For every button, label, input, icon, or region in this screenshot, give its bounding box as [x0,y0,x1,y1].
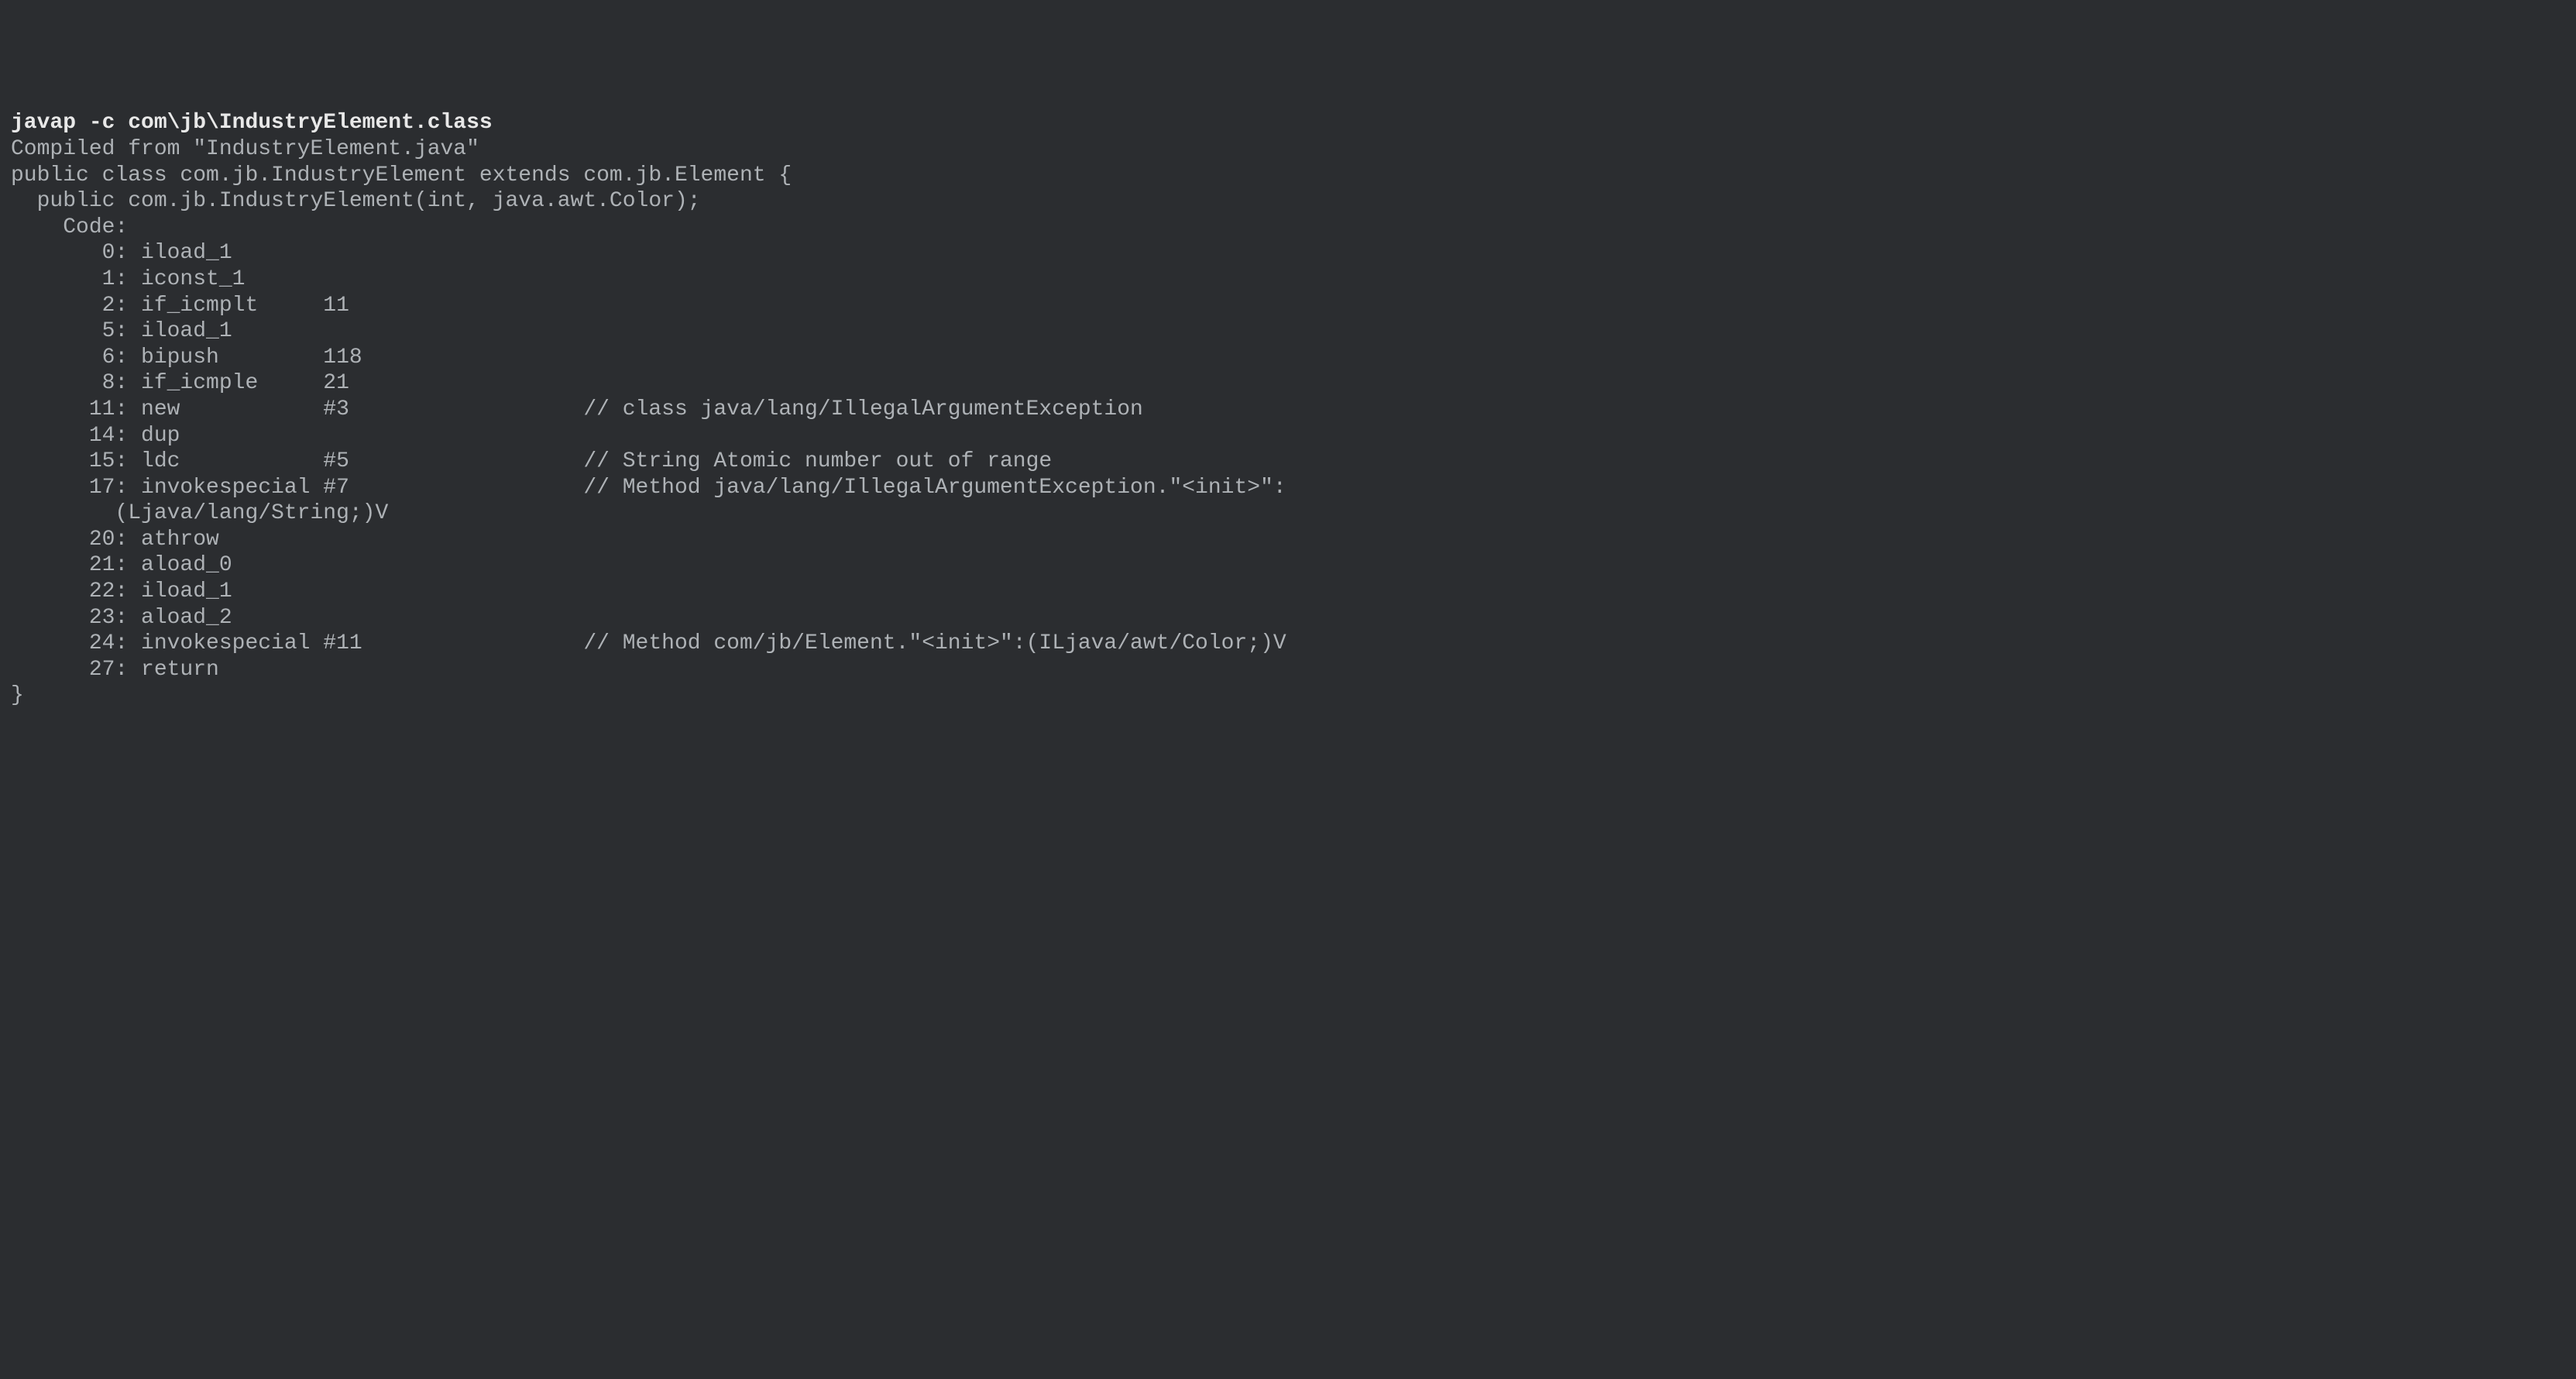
command-line: javap -c com\jb\IndustryElement.class [11,111,493,135]
terminal-output: javap -c com\jb\IndustryElement.class Co… [11,110,2565,709]
output-block: Compiled from "IndustryElement.java" pub… [11,137,1286,707]
